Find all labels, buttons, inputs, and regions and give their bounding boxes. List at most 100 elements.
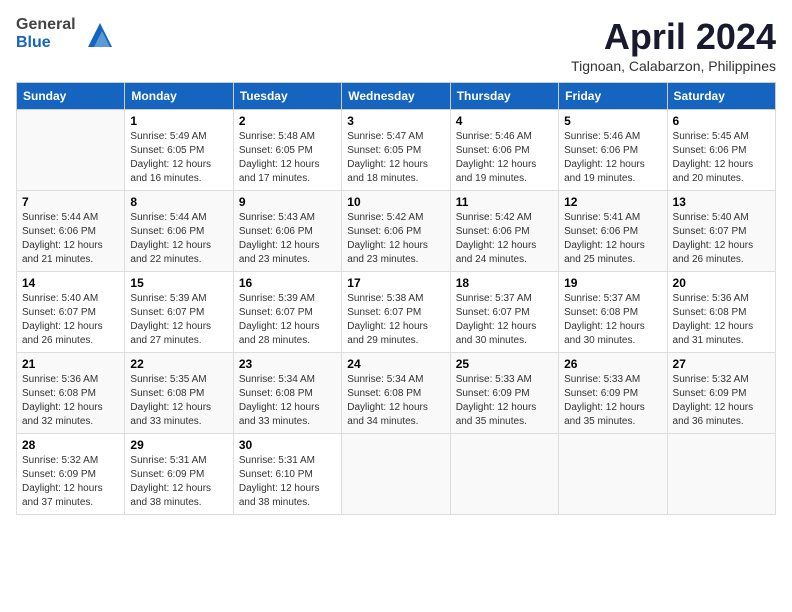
day-info-line: Daylight: 12 hours: [239, 483, 320, 494]
day-info: Sunrise: 5:49 AMSunset: 6:05 PMDaylight:…: [130, 130, 227, 186]
day-info: Sunrise: 5:45 AMSunset: 6:06 PMDaylight:…: [673, 130, 770, 186]
day-cell: 6Sunrise: 5:45 AMSunset: 6:06 PMDaylight…: [667, 110, 775, 191]
day-info: Sunrise: 5:32 AMSunset: 6:09 PMDaylight:…: [22, 454, 119, 510]
day-info-line: Sunrise: 5:45 AM: [673, 131, 749, 142]
day-info-line: and 25 minutes.: [564, 254, 635, 265]
day-cell: 12Sunrise: 5:41 AMSunset: 6:06 PMDayligh…: [559, 191, 667, 272]
day-info-line: Sunset: 6:06 PM: [564, 226, 638, 237]
month-title: April 2024: [571, 16, 776, 58]
day-info: Sunrise: 5:34 AMSunset: 6:08 PMDaylight:…: [347, 373, 444, 429]
day-info-line: Sunset: 6:06 PM: [456, 145, 530, 156]
day-info-line: Daylight: 12 hours: [347, 321, 428, 332]
day-number: 27: [673, 357, 770, 371]
day-info-line: Sunrise: 5:34 AM: [239, 374, 315, 385]
day-info-line: Sunrise: 5:48 AM: [239, 131, 315, 142]
day-info-line: Sunrise: 5:39 AM: [130, 293, 206, 304]
day-info-line: Sunrise: 5:49 AM: [130, 131, 206, 142]
day-info-line: Sunrise: 5:40 AM: [673, 212, 749, 223]
logo-blue: Blue: [16, 34, 76, 52]
day-info: Sunrise: 5:39 AMSunset: 6:07 PMDaylight:…: [130, 292, 227, 348]
day-info-line: Daylight: 12 hours: [239, 321, 320, 332]
day-info-line: Sunrise: 5:37 AM: [564, 293, 640, 304]
day-number: 15: [130, 276, 227, 290]
day-info-line: Sunrise: 5:42 AM: [347, 212, 423, 223]
day-info: Sunrise: 5:40 AMSunset: 6:07 PMDaylight:…: [673, 211, 770, 267]
day-number: 5: [564, 114, 661, 128]
day-info-line: Daylight: 12 hours: [456, 402, 537, 413]
day-info-line: and 30 minutes.: [564, 335, 635, 346]
day-number: 12: [564, 195, 661, 209]
day-cell: 15 Sunrise: 5:39 AMSunset: 6:07 PMDayligh…: [125, 272, 233, 353]
week-row-1: 1Sunrise: 5:49 AMSunset: 6:05 PMDaylight…: [17, 110, 776, 191]
day-number: 13: [673, 195, 770, 209]
day-info-line: and 23 minutes.: [239, 254, 310, 265]
logo-general: General: [16, 16, 76, 34]
day-info-line: Daylight: 12 hours: [673, 240, 754, 251]
day-number: 22: [130, 357, 227, 371]
page-header: General Blue April 2024 Tignoan, Calabar…: [16, 16, 776, 74]
day-info-line: Daylight: 12 hours: [22, 483, 103, 494]
day-info-line: Sunset: 6:05 PM: [239, 145, 313, 156]
day-info-line: Daylight: 12 hours: [673, 321, 754, 332]
day-info-line: Sunrise: 5:34 AM: [347, 374, 423, 385]
day-info-line: Sunset: 6:07 PM: [22, 307, 96, 318]
day-info: Sunrise: 5:37 AMSunset: 6:07 PMDaylight:…: [456, 292, 553, 348]
day-info-line: and 18 minutes.: [347, 173, 418, 184]
day-info-line: Sunset: 6:08 PM: [130, 388, 204, 399]
day-info-line: Sunrise: 5:42 AM: [456, 212, 532, 223]
day-info-line: and 37 minutes.: [22, 497, 93, 508]
weekday-header-friday: Friday: [559, 83, 667, 110]
day-info-line: Daylight: 12 hours: [239, 159, 320, 170]
weekday-header-monday: Monday: [125, 83, 233, 110]
day-cell: 1Sunrise: 5:49 AMSunset: 6:05 PMDaylight…: [125, 110, 233, 191]
day-info: Sunrise: 5:32 AMSunset: 6:09 PMDaylight:…: [673, 373, 770, 429]
day-cell: 3 Sunrise: 5:47 AMSunset: 6:05 PMDaylight…: [342, 110, 450, 191]
day-info-line: and 16 minutes.: [130, 173, 201, 184]
day-info: Sunrise: 5:39 AMSunset: 6:07 PMDaylight:…: [239, 292, 336, 348]
day-cell: 23Sunrise: 5:34 AMSunset: 6:08 PMDayligh…: [233, 353, 341, 434]
day-info-line: Sunset: 6:06 PM: [456, 226, 530, 237]
day-cell: 19Sunrise: 5:37 AMSunset: 6:08 PMDayligh…: [559, 272, 667, 353]
day-info-line: and 17 minutes.: [239, 173, 310, 184]
day-number: 23: [239, 357, 336, 371]
day-cell: 25Sunrise: 5:33 AMSunset: 6:09 PMDayligh…: [450, 353, 558, 434]
day-info: Sunrise: 5:42 AM Sunset: 6:06 PM Daylight:…: [456, 211, 553, 267]
day-info-line: Daylight: 12 hours: [456, 240, 537, 251]
day-info-line: Sunrise: 5:46 AM: [564, 131, 640, 142]
day-number: 4: [456, 114, 553, 128]
day-info-line: Sunset: 6:09 PM: [22, 469, 96, 480]
day-info-line: Sunrise: 5:31 AM: [130, 455, 206, 466]
week-row-3: 14Sunrise: 5:40 AMSunset: 6:07 PMDayligh…: [17, 272, 776, 353]
day-info-line: Daylight: 12 hours: [239, 402, 320, 413]
day-cell: [450, 434, 558, 515]
day-cell: 24Sunrise: 5:34 AMSunset: 6:08 PMDayligh…: [342, 353, 450, 434]
day-info: Sunrise: 5:46 AMSunset: 6:06 PMDaylight:…: [456, 130, 553, 186]
day-info-line: Daylight: 12 hours: [130, 402, 211, 413]
day-info-line: Daylight: 12 hours: [130, 240, 211, 251]
week-row-2: 7Sunrise: 5:44 AMSunset: 6:06 PMDaylight…: [17, 191, 776, 272]
day-number: 29: [130, 438, 227, 452]
day-info-line: and 19 minutes.: [564, 173, 635, 184]
day-cell: 2Sunrise: 5:48 AMSunset: 6:05 PMDaylight…: [233, 110, 341, 191]
day-number: 21: [22, 357, 119, 371]
day-info-line: and 22 minutes.: [130, 254, 201, 265]
day-info: Sunrise: 5:47 AMSunset: 6:05 PMDaylight:…: [347, 130, 444, 186]
day-cell: 7Sunrise: 5:44 AMSunset: 6:06 PMDaylight…: [17, 191, 125, 272]
day-info-line: Sunrise: 5:39 AM: [239, 293, 315, 304]
day-info-line: Daylight: 12 hours: [130, 483, 211, 494]
day-info-line: Sunrise: 5:33 AM: [456, 374, 532, 385]
day-info-line: and 26 minutes.: [673, 254, 744, 265]
weekday-header-saturday: Saturday: [667, 83, 775, 110]
day-info-line: Sunset: 6:08 PM: [347, 388, 421, 399]
day-info-line: and 30 minutes.: [456, 335, 527, 346]
day-number: 30: [239, 438, 336, 452]
day-info-line: and 38 minutes.: [130, 497, 201, 508]
day-info-line: and 29 minutes.: [347, 335, 418, 346]
day-cell: 30Sunrise: 5:31 AMSunset: 6:10 PMDayligh…: [233, 434, 341, 515]
day-number: 17: [347, 276, 444, 290]
day-info: Sunrise: 5:42 AMSunset: 6:06 PMDaylight:…: [347, 211, 444, 267]
day-info-line: Daylight: 12 hours: [130, 159, 211, 170]
day-info-line: Daylight: 12 hours: [456, 159, 537, 170]
day-info-line: Sunrise: 5:41 AM: [564, 212, 640, 223]
day-number: 3: [347, 114, 444, 128]
